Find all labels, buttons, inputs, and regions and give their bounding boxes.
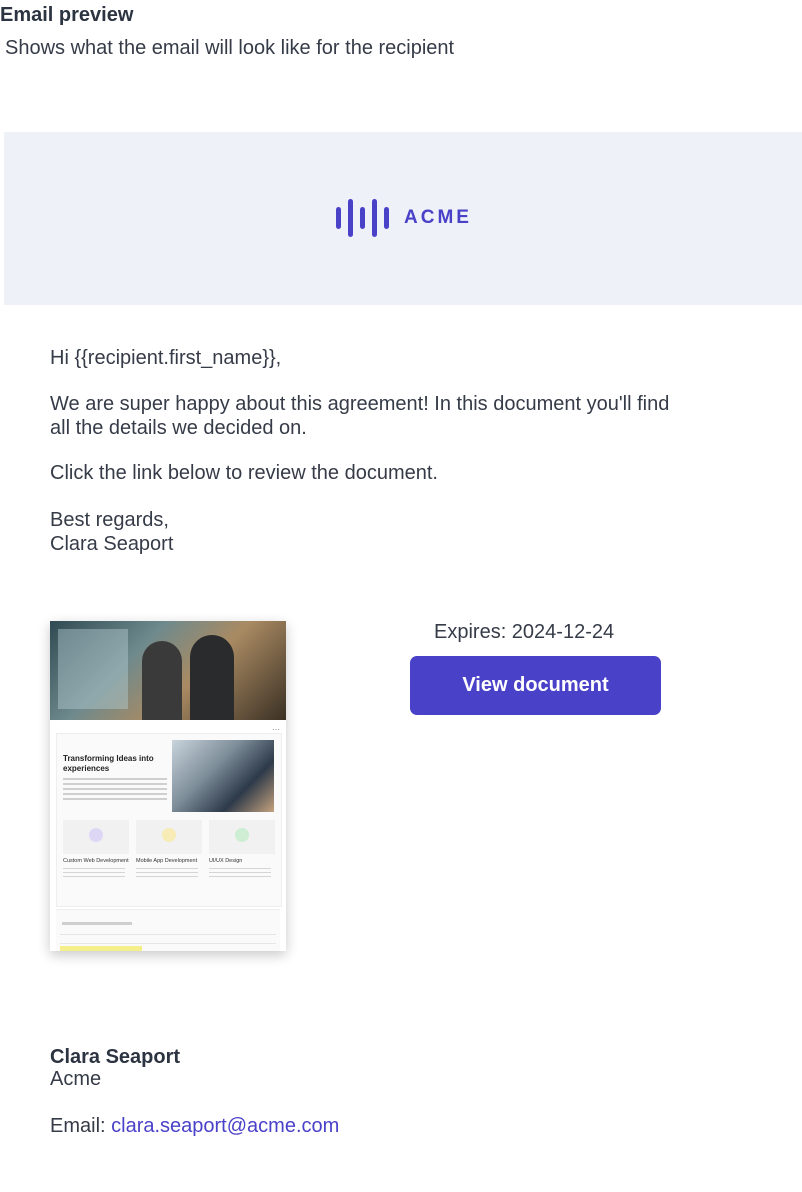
email-label: Email:	[50, 1115, 112, 1137]
document-thumbnail[interactable]: ··· Transforming Ideas into experiences …	[50, 621, 286, 951]
page-title: Email preview	[0, 4, 134, 26]
email-paragraph-2: Click the link below to review the docum…	[50, 462, 438, 484]
email-link[interactable]: clara.seaport@acme.com	[111, 1115, 339, 1137]
feature-tile-web	[63, 820, 129, 854]
signature-name: Clara Seaport	[50, 1046, 181, 1068]
document-cover-photo	[50, 621, 286, 720]
document-team-photo	[172, 740, 274, 812]
expiry-date: Expires: 2024-12-24	[434, 621, 615, 643]
signature-company: Acme	[50, 1068, 102, 1090]
logo-text: ACME	[404, 207, 472, 228]
document-preview-table	[56, 909, 280, 951]
feature-tile-uiux	[209, 820, 275, 854]
email-paragraph-1: We are super happy about this agreement!…	[50, 393, 670, 439]
feature-desc-web	[63, 868, 125, 880]
feature-label-web: Custom Web Development	[63, 858, 129, 864]
email-greeting: Hi {{recipient.first_name}},	[50, 347, 282, 369]
page-subtitle: Shows what the email will look like for …	[5, 37, 455, 59]
feature-tile-mobile	[136, 820, 202, 854]
feature-desc-mobile	[136, 868, 198, 880]
feature-desc-uiux	[209, 868, 271, 880]
acme-logo: ACME	[334, 197, 472, 239]
highlighted-row	[60, 946, 142, 951]
document-preview-text-lines	[63, 778, 167, 802]
email-closing: Best regards, Clara Seaport	[50, 509, 174, 555]
soundwave-logo-icon	[336, 199, 389, 237]
view-document-button[interactable]: View document	[410, 656, 661, 715]
feature-label-uiux: UI/UX Design	[209, 858, 243, 864]
signature-email-line: Email: clara.seaport@acme.com	[50, 1115, 339, 1138]
document-preview-card: Transforming Ideas into experiences Cust…	[56, 733, 282, 907]
document-preview-heading: Transforming Ideas into experiences	[63, 754, 154, 773]
feature-label-mobile: Mobile App Development	[136, 858, 198, 864]
